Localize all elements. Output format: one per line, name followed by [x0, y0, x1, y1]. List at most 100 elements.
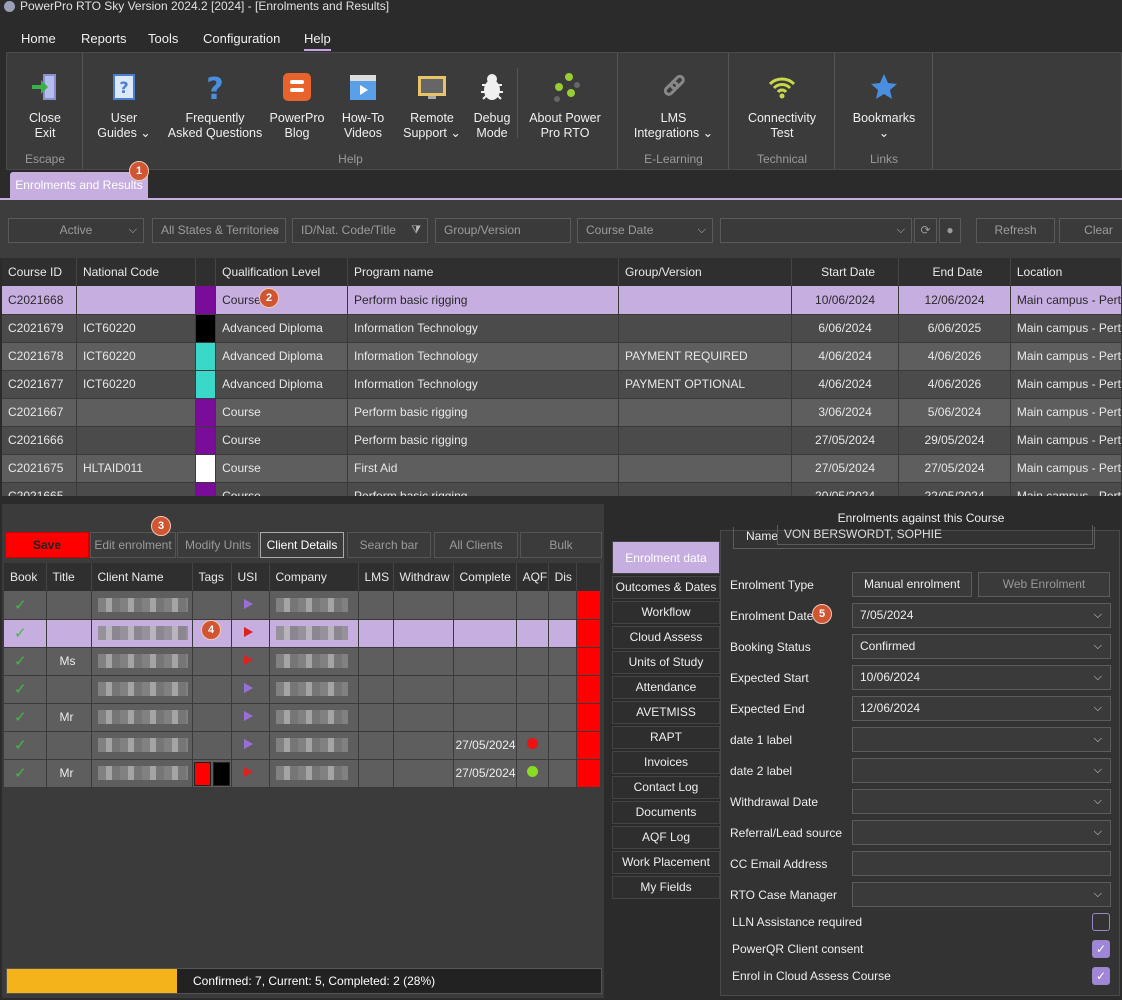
modify-units-button[interactable]: Modify Units [177, 532, 259, 558]
column-header[interactable]: AQF [516, 563, 549, 591]
field-input-expected-end[interactable]: 12/06/2024 ⌵ [852, 696, 1111, 721]
column-header[interactable]: Title [46, 563, 92, 591]
checkbox[interactable]: ✓ [1092, 967, 1110, 985]
field-input-date-1-label[interactable]: ⌵ [852, 727, 1111, 752]
user-guides-button[interactable]: ? User Guides ⌄ [91, 71, 157, 141]
client-row[interactable]: ✓ Mr 27/05/2024 [4, 759, 601, 788]
powerpro-blog-button[interactable]: PowerPro Blog [269, 71, 325, 141]
client-row[interactable]: ✓ Ms [4, 647, 601, 676]
side-tab-enrolment-data[interactable]: Enrolment data [612, 541, 720, 574]
field-input-enrolment-date[interactable]: 7/05/2024 ⌵ [852, 603, 1111, 628]
column-header[interactable]: LMS [358, 563, 394, 591]
menu-reports[interactable]: Reports [81, 31, 127, 46]
edit-enrolment-button[interactable]: Edit enrolment [90, 532, 176, 558]
client-row[interactable]: ✓ [4, 619, 601, 648]
panel-splitter[interactable] [0, 496, 1122, 504]
side-tab-documents[interactable]: Documents [612, 801, 720, 824]
course-row[interactable]: C2021668 Course Perform basic rigging 10/06… [2, 286, 1122, 315]
menu-configuration[interactable]: Configuration [203, 31, 280, 46]
remote-support-button[interactable]: Remote Support ⌄ [397, 71, 467, 141]
column-header[interactable]: National Code [76, 258, 196, 286]
name-field[interactable]: VON BERSWORDT, SOPHIE [777, 525, 1093, 545]
column-header[interactable]: Tags [192, 563, 232, 591]
field-input-cc-email-address[interactable] [852, 851, 1111, 876]
column-header[interactable]: Qualification Level [215, 258, 349, 286]
side-tab-aqf-log[interactable]: AQF Log [612, 826, 720, 849]
side-tab-rapt[interactable]: RAPT [612, 726, 720, 749]
side-tab-attendance[interactable]: Attendance [612, 676, 720, 699]
client-row[interactable]: ✓ [4, 675, 601, 704]
group-version-input[interactable]: Group/Version [435, 218, 571, 243]
course-row[interactable]: C2021665 Course Perform basic rigging 20/05… [2, 482, 1122, 496]
course-row[interactable]: C2021677 ICT60220 Advanced Diploma Informat… [2, 370, 1122, 399]
bookmarks-button[interactable]: Bookmarks ⌄ [841, 71, 927, 141]
client-details-button[interactable]: Client Details [260, 532, 344, 558]
connectivity-test-button[interactable]: Connectivity Test [735, 71, 829, 141]
all-clients-button[interactable]: All Clients [434, 532, 518, 558]
reload-icon-button[interactable]: ⟳ [914, 218, 937, 243]
side-tab-my-fields[interactable]: My Fields [612, 876, 720, 899]
date-type-select[interactable]: Course Date ⌵ [577, 218, 713, 243]
column-header[interactable]: Book [4, 563, 47, 591]
manual-enrolment-button[interactable]: Manual enrolment [852, 572, 972, 597]
side-tab-contact-log[interactable]: Contact Log [612, 776, 720, 799]
client-row[interactable]: ✓ [4, 591, 601, 620]
column-header[interactable]: Dis [548, 563, 577, 591]
lms-integrations-button[interactable]: LMS Integrations ⌄ [624, 71, 723, 141]
status-filter-select[interactable]: Active ⌵ [8, 218, 144, 243]
how-to-videos-button[interactable]: How-To Videos [335, 71, 391, 141]
side-tab-work-placement[interactable]: Work Placement [612, 851, 720, 874]
column-header[interactable]: Course ID [2, 258, 77, 286]
faq-button[interactable]: ? Frequently Asked Questions [163, 71, 267, 141]
side-tab-invoices[interactable]: Invoices [612, 751, 720, 774]
web-enrolment-button[interactable]: Web Enrolment [978, 572, 1110, 597]
save-button[interactable]: Save [5, 532, 89, 558]
course-row[interactable]: C2021679 ICT60220 Advanced Diploma Informat… [2, 314, 1122, 343]
course-row[interactable]: C2021675 HLTAID011 Course First Aid 27/05/20… [2, 454, 1122, 483]
client-row[interactable]: ✓ Mr [4, 703, 601, 732]
client-row[interactable]: ✓ 27/05/2024 [4, 731, 601, 760]
course-code-search-input[interactable]: ID/Nat. Code/Title ⧩ [292, 218, 428, 243]
field-input-booking-status[interactable]: Confirmed ⌵ [852, 634, 1111, 659]
column-header[interactable]: Program name [347, 258, 619, 286]
column-header[interactable]: Client Name [91, 563, 193, 591]
field-input-expected-start[interactable]: 10/06/2024 ⌵ [852, 665, 1111, 690]
about-button[interactable]: About Power Pro RTO [523, 71, 607, 141]
course-row[interactable]: C2021666 Course Perform basic rigging 27/05… [2, 426, 1122, 455]
menu-home[interactable]: Home [21, 31, 56, 46]
column-header[interactable]: Start Date [791, 258, 900, 286]
side-tab-workflow[interactable]: Workflow [612, 601, 720, 624]
column-header[interactable]: USI [231, 563, 270, 591]
date-range-select[interactable]: ⌵ [720, 218, 912, 243]
debug-mode-button[interactable]: Debug Mode [467, 71, 517, 141]
menu-help[interactable]: Help [304, 31, 331, 51]
course-row[interactable]: C2021667 Course Perform basic rigging 3/06/… [2, 398, 1122, 427]
field-input-rto-case-manager[interactable]: ⌵ [852, 882, 1111, 907]
column-header[interactable] [195, 258, 217, 286]
menu-tools[interactable]: Tools [148, 31, 178, 46]
field-input-date-2-label[interactable]: ⌵ [852, 758, 1111, 783]
checkbox[interactable] [1092, 913, 1110, 931]
side-tab-avetmiss[interactable]: AVETMISS [612, 701, 720, 724]
column-header[interactable]: Withdraw [393, 563, 454, 591]
column-header[interactable]: Complete [453, 563, 517, 591]
column-header[interactable]: Location [1010, 258, 1122, 286]
field-input-withdrawal-date[interactable]: ⌵ [852, 789, 1111, 814]
field-input-referral-lead-source[interactable]: ⌵ [852, 820, 1111, 845]
checkbox[interactable]: ✓ [1092, 940, 1110, 958]
tab-enrolments-and-results[interactable]: Enrolments and Results [10, 172, 148, 198]
close-exit-button[interactable]: Close Exit [17, 71, 73, 141]
side-tab-outcomes-dates[interactable]: Outcomes & Dates [612, 576, 720, 599]
column-header[interactable]: End Date [898, 258, 1011, 286]
search-bar-button[interactable]: Search bar [347, 532, 431, 558]
user-filter-button[interactable]: ● [939, 218, 961, 243]
clear-button[interactable]: Clear [1059, 218, 1122, 243]
bulk-button[interactable]: Bulk [520, 532, 602, 558]
column-header[interactable]: Company [269, 563, 359, 591]
side-tab-units-of-study[interactable]: Units of Study [612, 651, 720, 674]
course-row[interactable]: C2021678 ICT60220 Advanced Diploma Informat… [2, 342, 1122, 371]
refresh-button[interactable]: Refresh [976, 218, 1055, 243]
column-header[interactable]: Group/Version [618, 258, 793, 286]
side-tab-cloud-assess[interactable]: Cloud Assess [612, 626, 720, 649]
states-filter-select[interactable]: All States & Territories ⌵ [152, 218, 286, 243]
